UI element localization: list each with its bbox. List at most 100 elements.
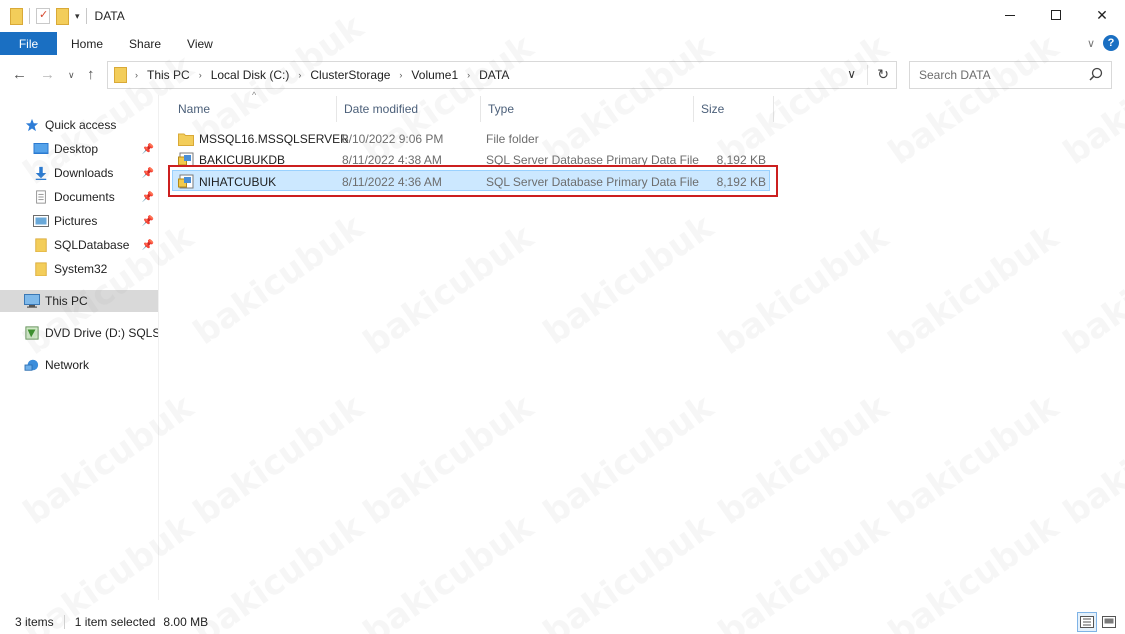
pin-icon[interactable]: 📌 (142, 144, 154, 155)
forward-arrow-icon[interactable]: → (40, 66, 55, 83)
expand-ribbon-chevron-icon[interactable]: ∨ (1087, 37, 1095, 50)
address-dropdown-chevron-icon[interactable]: ∨ (847, 67, 856, 81)
breadcrumb-clusterstorage[interactable]: ClusterStorage (310, 68, 390, 82)
pin-icon[interactable]: 📌 (142, 168, 154, 179)
computer-icon (24, 294, 40, 308)
status-selection: 1 item selected (74, 615, 156, 629)
breadcrumb-chevron-icon[interactable]: › (135, 70, 138, 80)
watermark-text: bakicubuk (186, 387, 371, 533)
dvd-drive-icon (25, 326, 39, 340)
breadcrumb-chevron-icon[interactable]: › (399, 70, 402, 80)
sidebar-item-this-pc[interactable]: This PC (0, 290, 158, 312)
file-name-cell: MSSQL16.MSSQLSERVER (178, 128, 349, 149)
watermark-text: bakicubuk (536, 207, 721, 353)
customize-toolbar-chevron-icon[interactable]: ▾ (75, 11, 80, 22)
recent-locations-chevron-icon[interactable]: ∨ (68, 70, 75, 81)
minimize-button[interactable] (987, 0, 1033, 30)
toolbar-divider (85, 8, 87, 24)
column-header-size[interactable]: Size (693, 96, 773, 122)
status-divider (63, 615, 65, 629)
breadcrumb-this-pc[interactable]: This PC (147, 68, 190, 82)
sidebar-item-downloads[interactable]: Downloads 📌 (0, 162, 158, 184)
column-header-date-modified[interactable]: Date modified (336, 96, 480, 122)
pin-icon[interactable]: 📌 (142, 216, 154, 227)
details-view-icon (1080, 616, 1094, 628)
status-item-count: 3 items (15, 615, 54, 629)
sidebar-item-label: Documents (54, 190, 115, 204)
large-icons-view-icon (1102, 616, 1116, 628)
breadcrumb-data[interactable]: DATA (479, 68, 509, 82)
document-icon (36, 190, 46, 204)
title-bar: ▾ DATA ✕ (0, 0, 1125, 32)
breadcrumb-local-disk[interactable]: Local Disk (C:) (211, 68, 290, 82)
column-header-row: ^ Name Date modified Type Size (170, 90, 780, 122)
sidebar-item-label: Network (45, 358, 90, 372)
sidebar-item-dvd-drive[interactable]: DVD Drive (D:) SQLSe (0, 322, 158, 344)
refresh-icon[interactable]: ↻ (877, 66, 889, 83)
close-icon: ✕ (1096, 6, 1108, 23)
watermark-text: bakicubuk (536, 387, 721, 533)
breadcrumb-chevron-icon[interactable]: › (199, 70, 202, 80)
sidebar-item-label: Downloads (54, 166, 114, 180)
sidebar-item-sqldatabase[interactable]: SQLDatabase 📌 (0, 234, 158, 256)
folder-icon (10, 7, 23, 25)
watermark-text: bakicubuk (881, 387, 1066, 533)
file-row[interactable]: MSSQL16.MSSQLSERVER 8/10/2022 9:06 PM Fi… (172, 128, 770, 149)
help-icon[interactable]: ? (1103, 35, 1119, 51)
details-view-button[interactable] (1077, 612, 1097, 632)
file-date: 8/10/2022 9:06 PM (342, 131, 444, 146)
breadcrumb-chevron-icon[interactable]: › (298, 70, 301, 80)
watermark-text: bakicubuk (711, 387, 896, 533)
close-button[interactable]: ✕ (1079, 0, 1125, 30)
watermark-text: bakicubuk (881, 217, 1066, 363)
folder-icon (178, 133, 194, 146)
breadcrumb-chevron-icon[interactable]: › (467, 70, 470, 80)
breadcrumb: › This PC › Local Disk (C:) › ClusterSto… (135, 68, 509, 82)
watermark-text: bakicubuk (711, 217, 896, 363)
breadcrumb-volume1[interactable]: Volume1 (411, 68, 458, 82)
tab-share[interactable]: Share (116, 32, 174, 55)
properties-icon[interactable] (36, 8, 50, 24)
sidebar-item-label: Desktop (54, 142, 99, 156)
address-divider (867, 65, 868, 85)
sidebar-item-pictures[interactable]: Pictures 📌 (0, 210, 158, 232)
sidebar-item-desktop[interactable]: Desktop 📌 (0, 138, 158, 160)
search-icon[interactable] (1089, 67, 1103, 81)
file-type: File folder (486, 131, 539, 146)
search-box[interactable] (909, 61, 1112, 89)
status-selection-size: 8.00 MB (163, 615, 209, 629)
search-input[interactable] (919, 68, 1089, 82)
sidebar-item-label: Quick access (45, 118, 117, 132)
sidebar-item-label: System32 (54, 262, 108, 276)
sidebar-item-system32[interactable]: System32 (0, 258, 158, 280)
sidebar-item-documents[interactable]: Documents 📌 (0, 186, 158, 208)
watermark-text: bakicubuk (356, 387, 541, 533)
sidebar-item-network[interactable]: Network (0, 354, 158, 376)
watermark-text: bakicubuk (1056, 217, 1125, 363)
sidebar-item-label: SQLDatabase (54, 238, 130, 252)
column-divider[interactable] (773, 96, 774, 122)
file-name: MSSQL16.MSSQLSERVER (199, 131, 349, 146)
pin-icon[interactable]: 📌 (142, 192, 154, 203)
column-header-type[interactable]: Type (480, 96, 693, 122)
watermark-text: bakicubuk (186, 207, 371, 353)
sidebar-item-label: This PC (45, 294, 88, 308)
tab-view[interactable]: View (174, 32, 226, 55)
address-bar[interactable]: › This PC › Local Disk (C:) › ClusterSto… (107, 61, 897, 89)
up-arrow-icon[interactable]: ↑ (87, 66, 95, 83)
maximize-icon (1051, 10, 1061, 20)
status-bar: 3 items 1 item selected 8.00 MB (0, 610, 1125, 634)
maximize-button[interactable] (1033, 0, 1079, 30)
star-icon (25, 118, 39, 132)
new-folder-icon[interactable] (56, 7, 69, 25)
watermark-text: bakicubuk (1056, 387, 1125, 533)
large-icons-view-button[interactable] (1099, 612, 1119, 632)
tab-file[interactable]: File (0, 32, 57, 55)
column-header-name[interactable]: Name (170, 96, 336, 122)
tab-home[interactable]: Home (57, 32, 116, 55)
sidebar-item-quick-access[interactable]: Quick access (0, 114, 158, 136)
pin-icon[interactable]: 📌 (142, 240, 154, 251)
back-arrow-icon[interactable]: ← (12, 66, 27, 83)
window-title: DATA (94, 9, 125, 23)
desktop-icon (33, 143, 49, 154)
